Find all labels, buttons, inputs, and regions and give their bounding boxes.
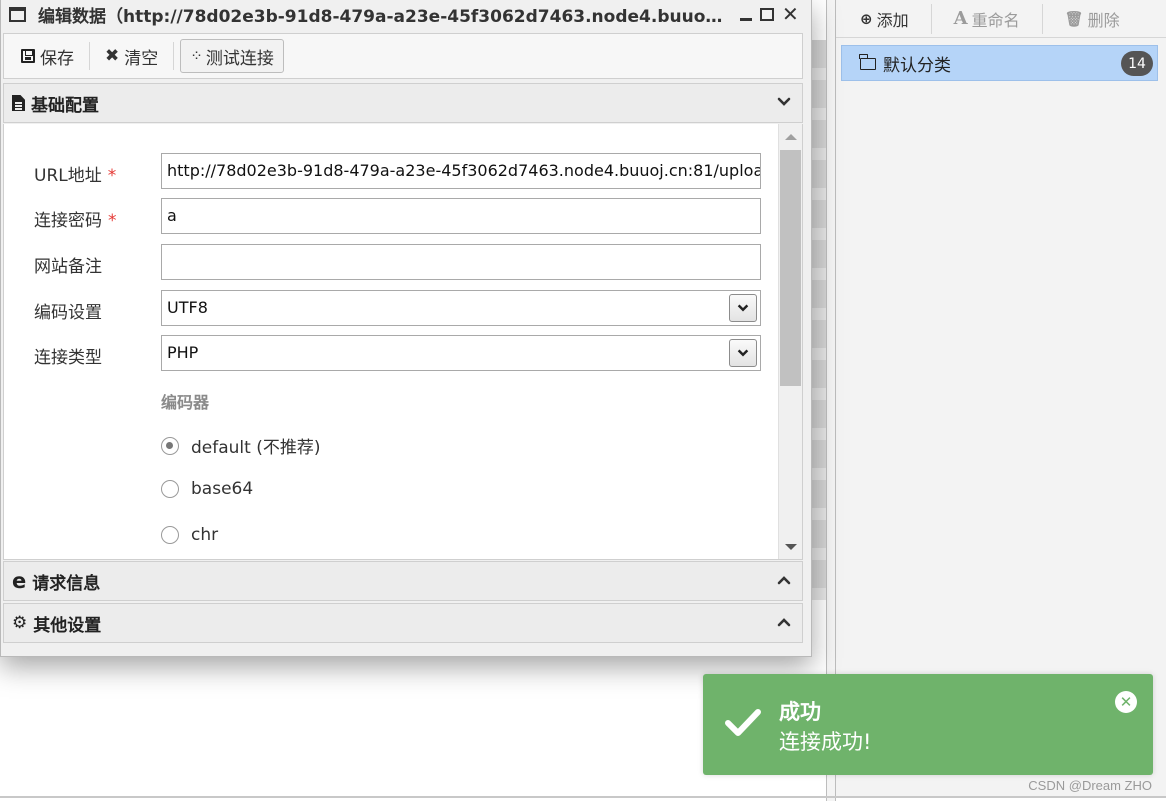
section-header-request[interactable]: e 请求信息 bbox=[3, 561, 803, 601]
chevron-up-icon bbox=[777, 576, 791, 585]
background-list-edge bbox=[812, 40, 826, 600]
chevron-up-icon bbox=[777, 618, 791, 627]
encoding-field-row: 编码设置 UTF8 bbox=[4, 290, 780, 326]
chevron-down-icon bbox=[777, 97, 791, 106]
clear-button[interactable]: ✖ 清空 bbox=[96, 39, 167, 73]
checkmark-icon bbox=[725, 709, 761, 736]
clear-label: 清空 bbox=[124, 48, 159, 69]
toast-title: 成功 bbox=[779, 700, 821, 724]
scroll-thumb[interactable] bbox=[780, 150, 801, 386]
rename-category-button[interactable]: A 重命名 bbox=[932, 3, 1043, 34]
dialog-titlebar[interactable]: 编辑数据（http://78d02e3b-91d8-479a-a23e-45f3… bbox=[1, 0, 811, 28]
radio-chr[interactable] bbox=[161, 526, 179, 544]
chevron-down-icon bbox=[737, 349, 749, 357]
note-field-row: 网站备注 bbox=[4, 244, 780, 280]
basic-config-form: URL地址 * http://78d02e3b-91d8-479a-a23e-45… bbox=[3, 124, 803, 560]
save-label: 保存 bbox=[40, 48, 74, 69]
add-category-label: 添加 bbox=[876, 10, 909, 30]
category-item-default[interactable]: 默认分类 14 bbox=[841, 45, 1158, 81]
encoding-label: 编码设置 bbox=[34, 303, 102, 323]
save-button[interactable]: 保存 bbox=[12, 39, 83, 73]
form-scrollbar[interactable] bbox=[778, 124, 802, 559]
toast-message: 连接成功! bbox=[779, 730, 872, 754]
category-count-badge: 14 bbox=[1121, 51, 1153, 76]
gears-icon: ⚙ bbox=[12, 613, 28, 633]
type-select[interactable]: PHP bbox=[161, 335, 761, 371]
url-input[interactable]: http://78d02e3b-91d8-479a-a23e-45f3062d7… bbox=[161, 153, 761, 189]
section-header-other[interactable]: ⚙ 其他设置 bbox=[3, 603, 803, 643]
toolbar-separator bbox=[173, 42, 175, 70]
encoder-option-base64[interactable]: base64 bbox=[161, 479, 253, 499]
document-icon bbox=[12, 95, 25, 111]
encoder-option-label: chr bbox=[191, 525, 219, 545]
bottom-border bbox=[0, 796, 1166, 798]
type-field-row: 连接类型 PHP bbox=[4, 335, 780, 371]
scroll-up-icon[interactable] bbox=[785, 134, 797, 140]
category-name: 默认分类 bbox=[883, 55, 951, 76]
toast-close-icon[interactable]: ✕ bbox=[1115, 691, 1137, 713]
section-title-basic: 基础配置 bbox=[31, 95, 99, 116]
radio-default[interactable] bbox=[161, 436, 179, 455]
maximize-icon[interactable] bbox=[760, 7, 774, 21]
type-select-value: PHP bbox=[167, 343, 199, 362]
encoder-option-label: base64 bbox=[191, 479, 254, 499]
radio-base64[interactable] bbox=[161, 480, 179, 498]
password-field-row: 连接密码 * a bbox=[4, 198, 780, 234]
spinner-icon: ⁘ bbox=[190, 47, 203, 65]
success-toast: 成功 连接成功! ✕ bbox=[703, 674, 1153, 775]
section-header-basic[interactable]: 基础配置 bbox=[3, 83, 803, 123]
save-icon bbox=[21, 49, 35, 63]
window-icon bbox=[9, 6, 26, 22]
url-field-row: URL地址 * http://78d02e3b-91d8-479a-a23e-45… bbox=[4, 153, 780, 189]
scroll-down-icon[interactable] bbox=[785, 544, 797, 550]
encoder-option-default[interactable]: default (不推荐) bbox=[161, 433, 320, 458]
add-category-button[interactable]: ⊕ 添加 bbox=[836, 3, 932, 34]
encoder-title: 编码器 bbox=[161, 393, 210, 412]
trash-icon: 🗑 bbox=[1064, 9, 1084, 28]
test-connection-label: 测试连接 bbox=[205, 48, 274, 69]
toolbar-separator bbox=[89, 42, 90, 70]
delete-category-button[interactable]: 🗑 删除 bbox=[1043, 4, 1142, 34]
encoder-option-label: default (不推荐) bbox=[191, 438, 321, 458]
note-label: 网站备注 bbox=[34, 257, 102, 277]
password-input[interactable]: a bbox=[161, 198, 761, 234]
password-label: 连接密码 * bbox=[34, 211, 117, 231]
section-title-request: 请求信息 bbox=[32, 573, 101, 594]
window-controls: ✕ bbox=[740, 4, 799, 24]
category-toolbar: ⊕ 添加 A 重命名 🗑 删除 bbox=[836, 0, 1166, 38]
note-input[interactable] bbox=[161, 244, 761, 280]
edge-icon: e bbox=[12, 569, 27, 593]
type-label: 连接类型 bbox=[34, 348, 102, 368]
test-connection-button[interactable]: ⁘ 测试连接 bbox=[180, 39, 284, 73]
clear-x-icon: ✖ bbox=[105, 46, 120, 66]
url-label: URL地址 * bbox=[34, 166, 117, 186]
watermark: CSDN @Dream ZHO bbox=[1028, 778, 1152, 793]
dialog-toolbar: 保存 ✖ 清空 ⁘ 测试连接 bbox=[3, 33, 803, 79]
encoding-select[interactable]: UTF8 bbox=[161, 290, 761, 326]
delete-category-label: 删除 bbox=[1087, 10, 1120, 30]
edit-data-dialog: 编辑数据（http://78d02e3b-91d8-479a-a23e-45f3… bbox=[0, 0, 812, 657]
minimize-icon[interactable] bbox=[740, 17, 752, 21]
chevron-down-icon bbox=[737, 304, 749, 312]
encoding-dropdown-button[interactable] bbox=[729, 294, 757, 322]
rename-category-label: 重命名 bbox=[971, 10, 1020, 30]
type-dropdown-button[interactable] bbox=[729, 339, 757, 367]
close-icon[interactable]: ✕ bbox=[782, 4, 799, 24]
encoding-select-value: UTF8 bbox=[167, 298, 208, 317]
encoder-option-chr[interactable]: chr bbox=[161, 525, 218, 545]
folder-icon bbox=[859, 54, 876, 70]
section-title-other: 其他设置 bbox=[33, 615, 102, 636]
plus-circle-icon: ⊕ bbox=[860, 9, 873, 28]
font-icon: A bbox=[953, 8, 968, 29]
dialog-title: 编辑数据（http://78d02e3b-91d8-479a-a23e-45f3… bbox=[38, 6, 728, 27]
